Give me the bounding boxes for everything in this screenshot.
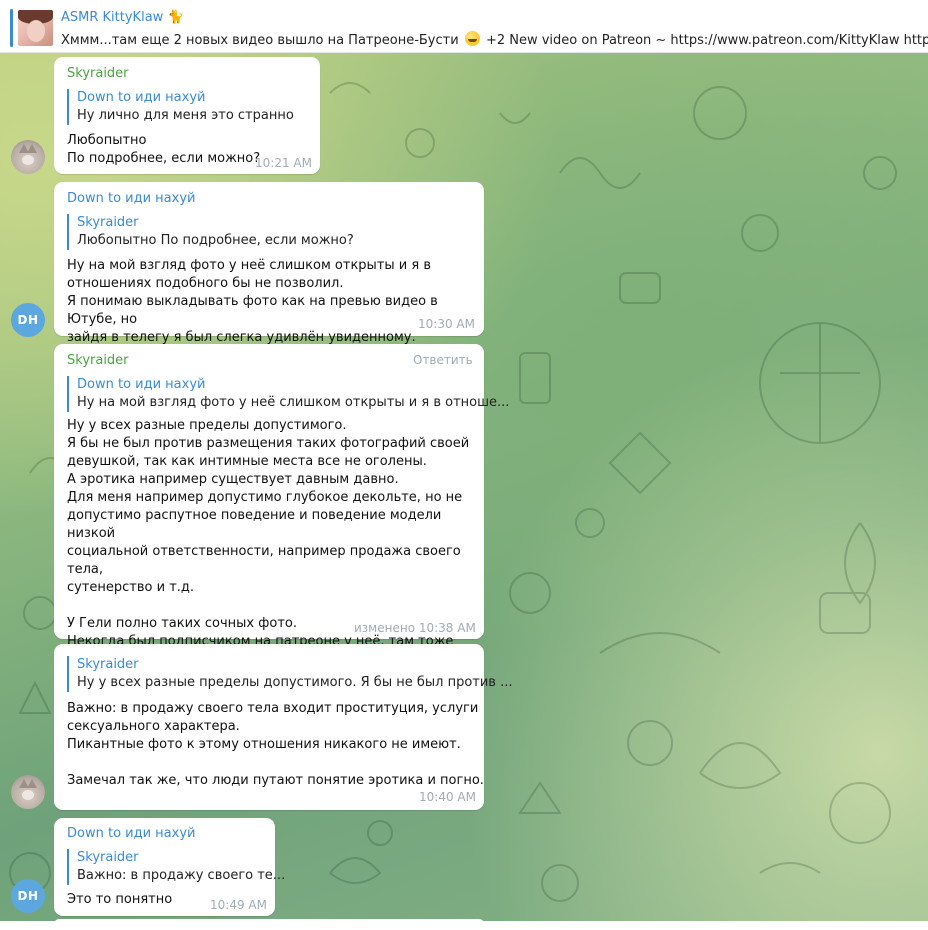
reply-quote[interactable]: Skyraider Любопытно По подробнее, если м… <box>67 214 354 250</box>
cat-emoji-icon: 🐈 <box>167 10 184 25</box>
message-time: 10:40 AM <box>419 790 476 804</box>
pinned-text-part2: +2 New video on Patreon ~ https://www.pa… <box>485 33 928 48</box>
reply-quote[interactable]: Down to иди нахуй Ну лично для меня это … <box>67 89 294 125</box>
reply-quote[interactable]: Down to иди нахуй Ну на мой взгляд фото … <box>67 376 509 412</box>
message-time: изменено 10:38 AM <box>354 621 476 635</box>
message-author[interactable]: Skyraider <box>67 66 129 81</box>
message-text: Любопытно По подробнее, если можно? <box>67 133 261 166</box>
reply-quote-author: Down to иди нахуй <box>77 90 206 105</box>
reply-quote-author: Down to иди нахуй <box>77 377 206 392</box>
message-bubble[interactable]: Skyraider Ну у всех разные пределы допус… <box>54 644 513 810</box>
pinned-thumbnail <box>18 10 53 46</box>
reply-quote-author: Skyraider <box>77 657 139 672</box>
pinned-text-part1: Хммм...там еще 2 новых видео вышло на Па… <box>61 33 459 48</box>
pinned-text: Хммм...там еще 2 новых видео вышло на Па… <box>61 31 928 48</box>
pinned-title-text: ASMR KittyKlaw <box>61 10 164 25</box>
chat-history[interactable]: Skyraider Down to иди нахуй Ну лично для… <box>0 53 928 921</box>
message-author[interactable]: Down to иди нахуй <box>67 191 195 206</box>
message-bubble[interactable]: Down to иди нахуй Skyraider Важно: в про… <box>54 818 285 916</box>
reply-quote-text: Ну на мой взгляд фото у неё слишком откр… <box>77 395 510 410</box>
message-time: 10:30 AM <box>418 317 475 331</box>
message-bubble[interactable]: Skyraider Ответить Down to иди нахуй Ну … <box>54 344 509 685</box>
message-bubble[interactable]: Skyraider Down to иди нахуй Ну лично для… <box>54 57 320 174</box>
message-bubble[interactable]: Down to иди нахуй Skyraider Любопытно По… <box>54 182 484 345</box>
avatar-dh[interactable]: DH <box>11 303 45 337</box>
pinned-accent-bar <box>10 9 13 47</box>
reply-quote-text: Ну лично для меня это странно <box>77 108 294 123</box>
reply-quote-text: Ну у всех разные пределы допустимого. Я … <box>77 675 513 690</box>
pinned-title: ASMR KittyKlaw 🐈 <box>61 10 184 25</box>
avatar-dh[interactable]: DH <box>11 879 45 913</box>
message-bubble-partial[interactable] <box>54 919 484 921</box>
reply-quote-author: Skyraider <box>77 215 139 230</box>
grin-sweat-emoji-icon <box>464 31 480 46</box>
reply-quote[interactable]: Skyraider Ну у всех разные пределы допус… <box>67 656 513 692</box>
reply-quote-text: Важно: в продажу своего те... <box>77 868 286 883</box>
reply-quote-author: Skyraider <box>77 850 139 865</box>
message-text: Ну на мой взгляд фото у неё слишком откр… <box>67 258 438 345</box>
reply-quote-text: Любопытно По подробнее, если можно? <box>77 233 354 248</box>
pinned-message-bar[interactable]: ASMR KittyKlaw 🐈 Хммм...там еще 2 новых … <box>0 0 928 53</box>
reply-quote[interactable]: Skyraider Важно: в продажу своего те... <box>67 849 285 885</box>
avatar-skyraider[interactable] <box>11 775 45 809</box>
message-author[interactable]: Skyraider <box>67 353 129 368</box>
message-time: 10:21 AM <box>255 156 312 170</box>
message-time: 10:49 AM <box>210 898 267 912</box>
message-text: Это то понятно <box>67 892 173 907</box>
reply-button[interactable]: Ответить <box>413 353 473 367</box>
avatar-skyraider[interactable] <box>11 140 45 174</box>
message-author[interactable]: Down to иди нахуй <box>67 826 195 841</box>
message-text: Важно: в продажу своего тела входит прос… <box>67 701 484 788</box>
